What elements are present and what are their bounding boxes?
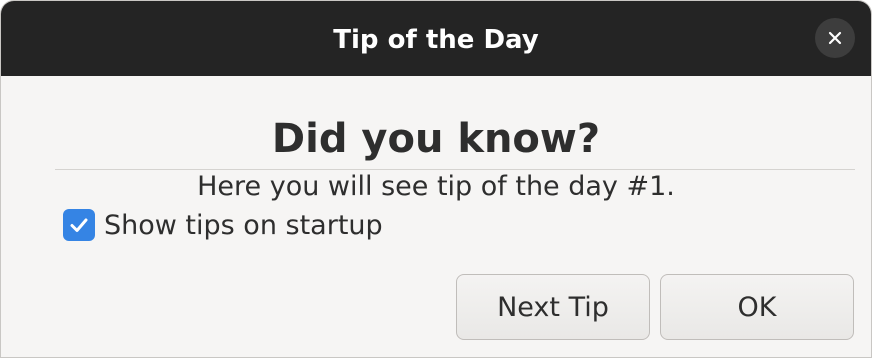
close-icon (828, 31, 842, 45)
dialog-heading: Did you know? (271, 116, 601, 162)
show-tips-checkbox[interactable] (63, 209, 95, 241)
show-tips-option[interactable]: Show tips on startup (63, 209, 383, 241)
divider (55, 169, 855, 170)
ok-button[interactable]: OK (660, 274, 854, 340)
next-tip-button[interactable]: Next Tip (456, 274, 650, 340)
titlebar: Tip of the Day (1, 1, 871, 76)
show-tips-label[interactable]: Show tips on startup (104, 210, 383, 241)
window-title: Tip of the Day (333, 24, 539, 55)
tip-text: Here you will see tip of the day #1. (197, 171, 675, 202)
checkmark-icon (70, 218, 88, 232)
close-button[interactable] (815, 18, 855, 58)
tip-of-the-day-dialog: Tip of the Day Did you know? Here you wi… (0, 0, 872, 358)
